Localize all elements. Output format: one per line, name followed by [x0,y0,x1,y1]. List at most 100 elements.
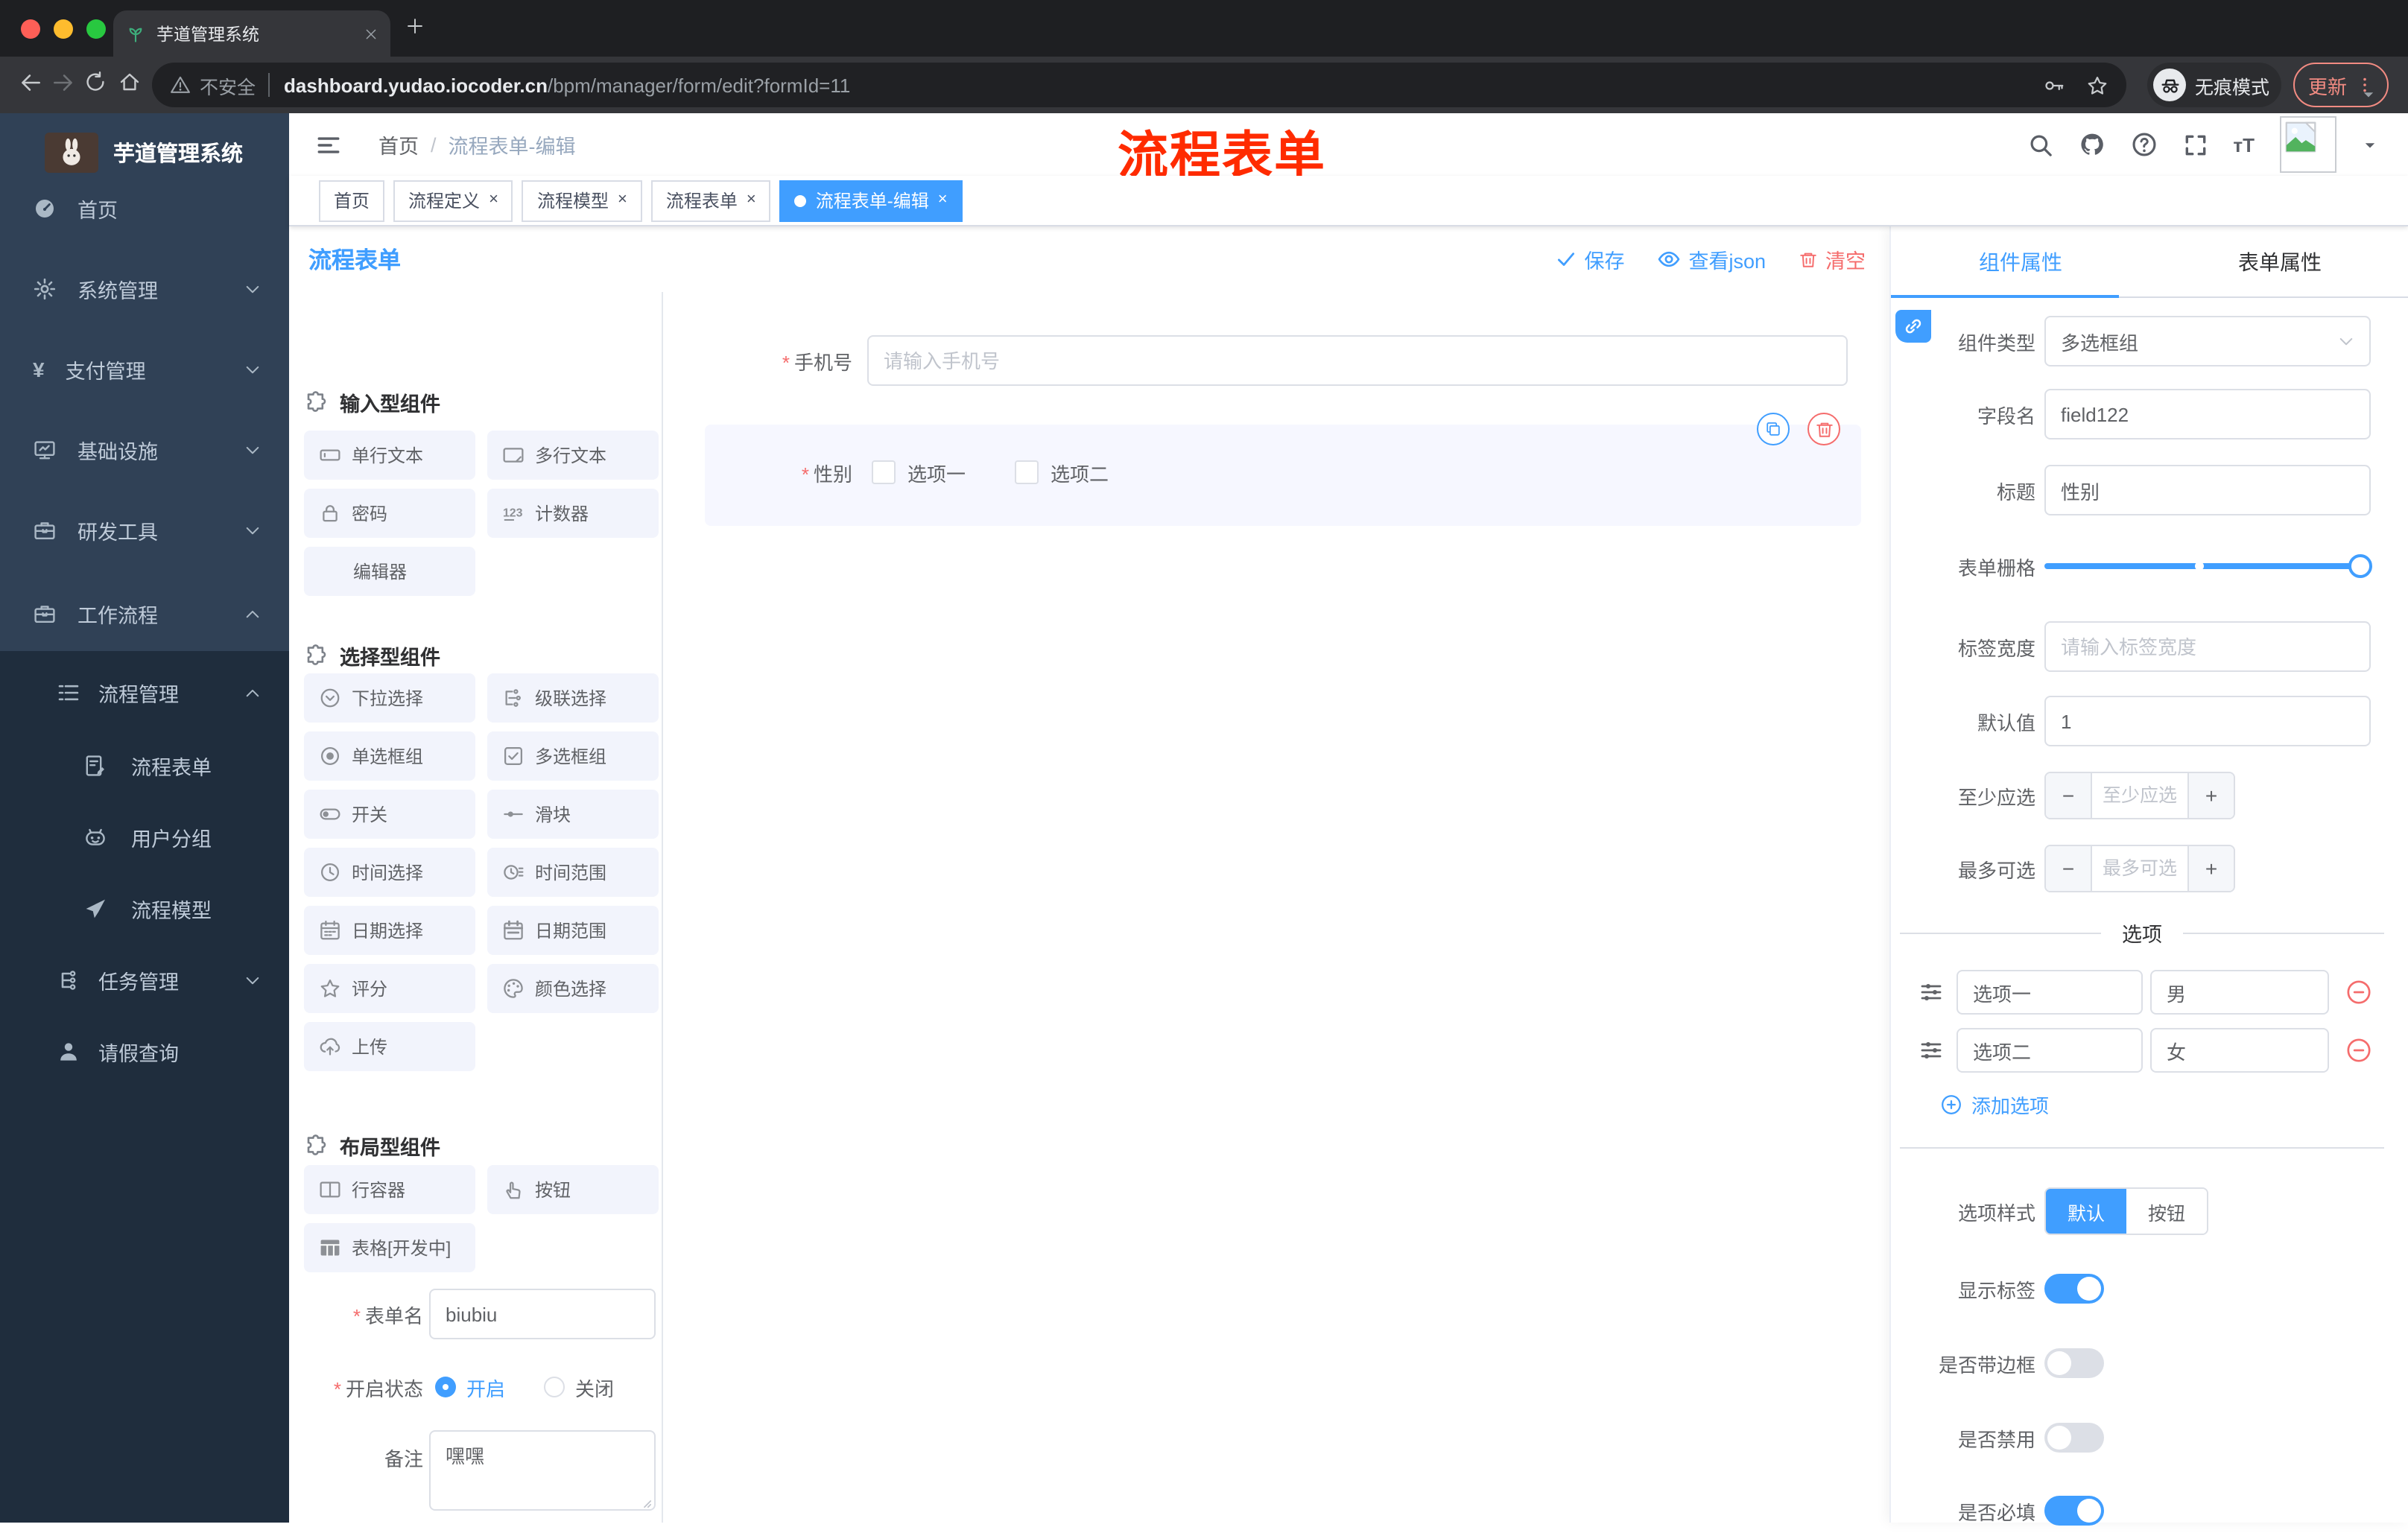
sidebar-item-task-manage[interactable]: 任务管理 [0,945,289,1016]
drag-handle-icon[interactable] [1919,980,1943,1004]
palette-item-表格[开发中][interactable]: 表格[开发中] [304,1223,475,1272]
palette-item-评分[interactable]: 评分 [304,964,475,1013]
title-input[interactable] [2044,465,2371,515]
canvas-field-phone[interactable]: * 手机号 [663,335,1855,386]
palette-item-按钮[interactable]: 按钮 [487,1165,659,1214]
palette-item-级联选择[interactable]: 级联选择 [487,673,659,723]
forward-icon[interactable] [51,70,76,95]
tag-流程定义[interactable]: 流程定义 × [393,180,513,221]
back-icon[interactable] [18,70,43,95]
toggle-显示标签[interactable] [2044,1274,2104,1304]
breadcrumb-home[interactable]: 首页 [378,130,419,159]
grid-slider[interactable] [2044,554,2372,578]
palette-item-计数器[interactable]: 123 计数器 [487,489,659,538]
label-width-input[interactable] [2044,621,2371,672]
font-size-icon[interactable]: ᴛT [2233,133,2255,156]
palette-item-密码[interactable]: 密码 [304,489,475,538]
palette-item-日期范围[interactable]: 日期范围 [487,906,659,955]
tab-component-props[interactable]: 组件属性 [1891,226,2150,296]
palette-item-日期选择[interactable]: 日期选择 [304,906,475,955]
browser-tab[interactable]: 芋道管理系统 [113,10,390,57]
palette-item-上传[interactable]: 上传 [304,1022,475,1071]
add-option-button[interactable]: 添加选项 [1940,1091,2049,1119]
help-icon[interactable] [2130,131,2157,158]
sidebar-item-process-model[interactable]: 流程模型 [0,873,289,945]
toggle-是否禁用[interactable] [2044,1423,2104,1453]
window-zoom-button[interactable] [86,19,106,39]
option-text-input[interactable] [1956,970,2143,1015]
default-value-input[interactable] [2044,696,2371,746]
palette-item-下拉选择[interactable]: 下拉选择 [304,673,475,723]
gender-option2-checkbox[interactable] [1015,460,1039,484]
palette-item-开关[interactable]: 开关 [304,790,475,839]
palette-item-单行文本[interactable]: 单行文本 [304,431,475,480]
drag-handle-icon[interactable] [1919,1038,1943,1062]
min-decrease-button[interactable]: − [2046,773,2091,818]
browser-caret-icon[interactable] [2360,86,2377,103]
tag-流程模型[interactable]: 流程模型 × [522,180,642,221]
tag-流程表单[interactable]: 流程表单 × [650,180,771,221]
slider-handle[interactable] [2348,554,2372,578]
tab-close-icon[interactable] [364,26,378,41]
option-value-input[interactable] [2150,1028,2329,1073]
min-select-input[interactable] [2091,773,2189,818]
fullscreen-icon[interactable] [2182,132,2208,157]
status-radio-off[interactable]: 关闭 [544,1373,614,1401]
sidebar-item-infra[interactable]: 基础设施 [0,413,289,487]
canvas-field-gender-selected[interactable]: * 性别 选项一 选项二 [705,425,1861,526]
sidebar-collapse-icon[interactable] [316,133,341,158]
palette-item-编辑器[interactable]: 编辑器 [304,547,475,596]
option-value-input[interactable] [2150,970,2329,1015]
sidebar-item-process-form[interactable]: 流程表单 [0,730,289,802]
palette-item-滑块[interactable]: 滑块 [487,790,659,839]
form-name-input[interactable] [429,1289,656,1339]
reload-icon[interactable] [83,70,107,94]
option-style-button-button[interactable]: 按钮 [2126,1189,2207,1234]
max-decrease-button[interactable]: − [2046,846,2091,891]
palette-item-颜色选择[interactable]: 颜色选择 [487,964,659,1013]
remove-option-icon[interactable] [2345,979,2372,1006]
password-key-icon[interactable] [2043,74,2065,96]
min-increase-button[interactable]: + [2189,773,2234,818]
option-text-input[interactable] [1956,1028,2143,1073]
status-radio-on[interactable]: 开启 [435,1373,505,1401]
search-icon[interactable] [2027,132,2053,157]
view-json-button[interactable]: 查看json [1657,244,1766,274]
sidebar-item-system[interactable]: 系统管理 [0,252,289,326]
window-close-button[interactable] [21,19,40,39]
palette-item-行容器[interactable]: 行容器 [304,1165,475,1214]
form-remark-textarea[interactable]: 嘿嘿 [429,1430,656,1511]
max-increase-button[interactable]: + [2189,846,2234,891]
sidebar-item-leave-query[interactable]: 请假查询 [0,1016,289,1088]
tag-close-icon[interactable]: × [938,191,948,209]
option-style-default-button[interactable]: 默认 [2046,1189,2126,1234]
avatar[interactable] [2280,116,2336,173]
sidebar-item-process-manage[interactable]: 流程管理 [0,657,289,729]
resize-handle-icon[interactable] [636,1493,653,1509]
sidebar-item-workflow[interactable]: 工作流程 [0,577,289,651]
palette-item-多行文本[interactable]: 多行文本 [487,431,659,480]
component-type-select[interactable]: 多选框组 [2044,316,2371,366]
copy-field-button[interactable] [1757,413,1790,445]
delete-field-button[interactable] [1807,413,1840,445]
tag-首页[interactable]: 首页 [319,180,385,221]
home-icon[interactable] [118,70,142,94]
tag-close-icon[interactable]: × [747,191,756,209]
tab-form-props[interactable]: 表单属性 [2150,226,2408,296]
gender-option1-checkbox[interactable] [872,460,896,484]
sidebar-item-devtools[interactable]: 研发工具 [0,493,289,568]
max-select-input[interactable] [2091,846,2189,891]
new-tab-button[interactable] [405,16,425,36]
window-minimize-button[interactable] [54,19,73,39]
github-icon[interactable] [2078,131,2105,158]
sidebar-item-payment[interactable]: ¥ 支付管理 [0,332,289,407]
clear-button[interactable]: 清空 [1799,244,1866,274]
palette-item-时间选择[interactable]: 时间选择 [304,848,475,897]
palette-item-单选框组[interactable]: 单选框组 [304,731,475,781]
sidebar-item-home[interactable]: 首页 [0,171,289,246]
toggle-是否必填[interactable] [2044,1496,2104,1526]
tag-close-icon[interactable]: × [618,191,627,209]
tag-流程表单-编辑[interactable]: 流程表单-编辑 × [779,180,963,221]
tag-close-icon[interactable]: × [489,191,498,209]
field-name-input[interactable] [2044,389,2371,439]
